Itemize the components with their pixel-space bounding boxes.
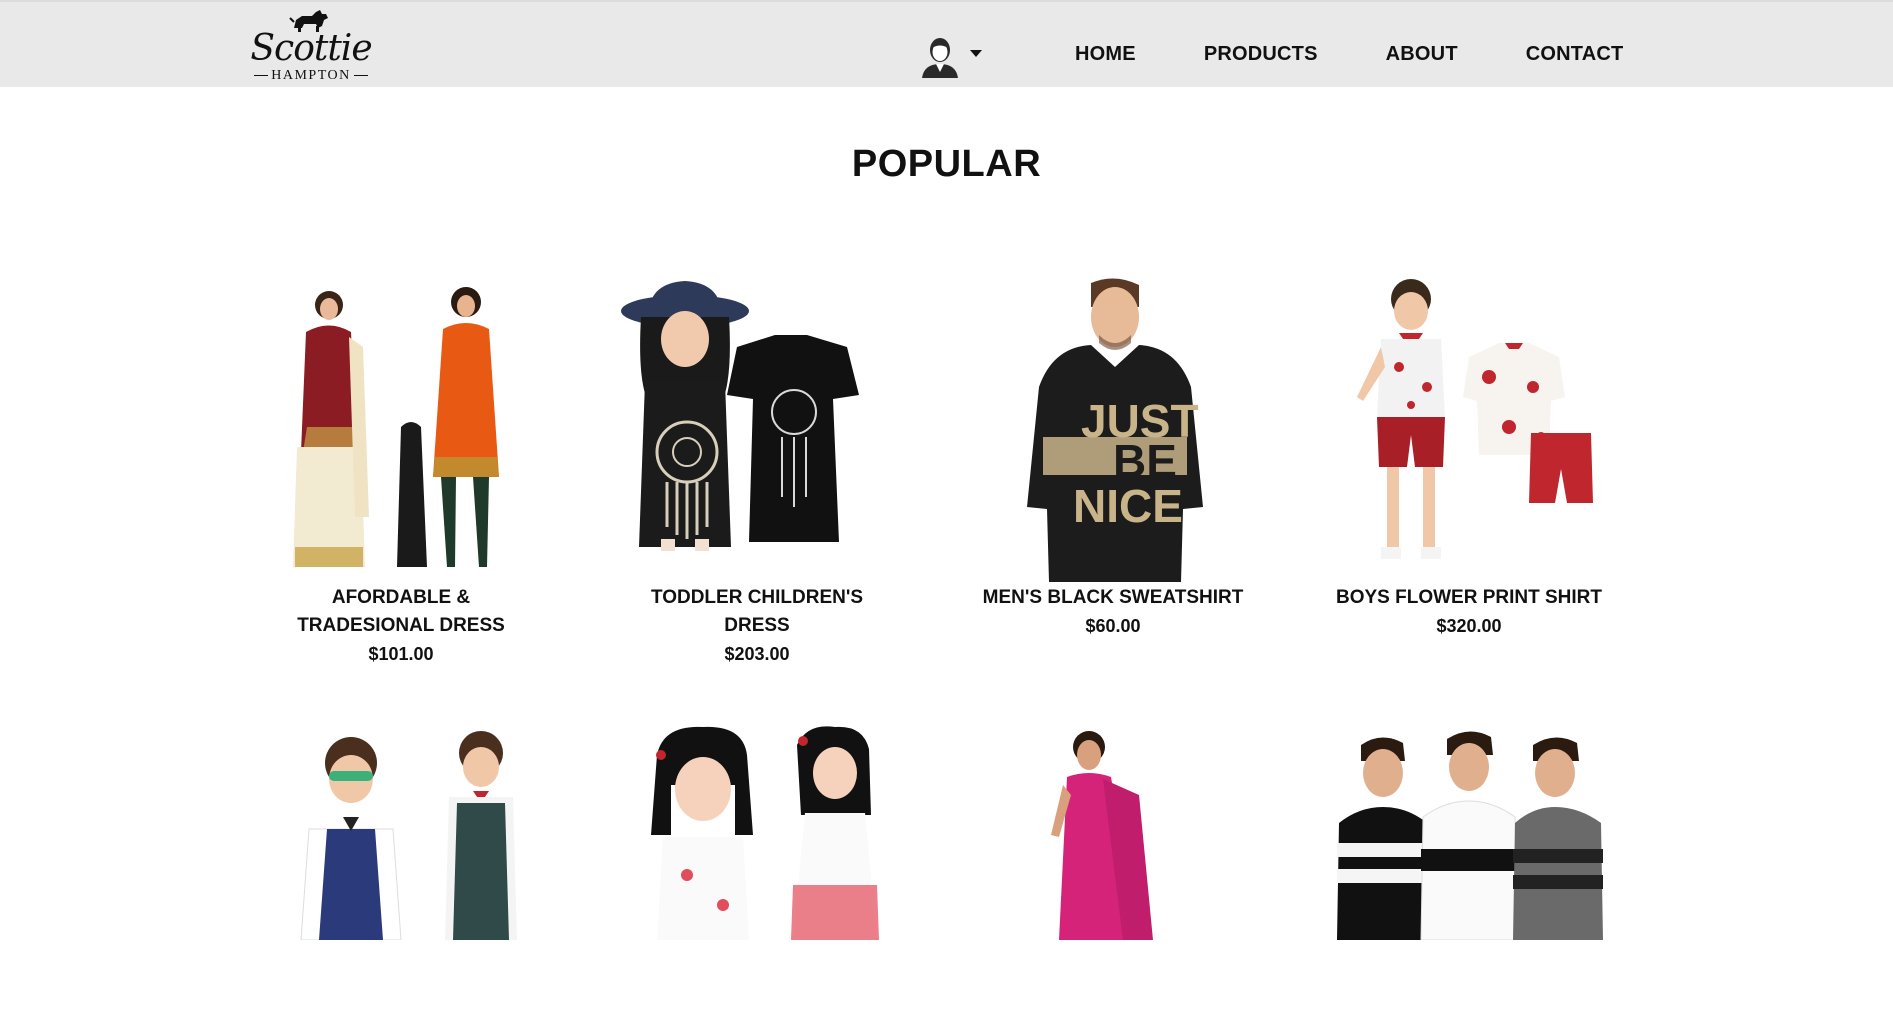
product-card[interactable] — [963, 725, 1263, 1030]
logo[interactable]: Scottie HAMPTON — [246, 6, 376, 84]
product-price: $60.00 — [1085, 616, 1141, 636]
main-nav: HOME PRODUCTS ABOUT CONTACT — [1075, 43, 1623, 66]
product-card[interactable]: BOYS FLOWER PRINT SHIRT $320.00 — [1319, 277, 1619, 640]
product-name[interactable]: BOYS FLOWER PRINT SHIRT — [1319, 584, 1619, 612]
product-card[interactable] — [251, 725, 551, 1030]
product-card[interactable]: JUST BE NICE MEN'S BLACK SWEATSHIRT $60.… — [963, 277, 1263, 640]
product-image[interactable] — [607, 725, 907, 1030]
site-header: Scottie HAMPTON HOME PRODUCTS ABOUT CONT… — [0, 0, 1893, 87]
logo-brand: Scottie — [250, 28, 372, 69]
section-title: POPULAR — [851, 143, 1042, 185]
nav-home[interactable]: HOME — [1075, 43, 1136, 66]
product-card[interactable] — [607, 725, 907, 1030]
nav-products[interactable]: PRODUCTS — [1204, 43, 1318, 66]
product-image[interactable] — [963, 725, 1263, 1030]
product-image[interactable] — [251, 725, 551, 1030]
product-image[interactable]: JUST BE NICE — [963, 277, 1263, 582]
product-price: $320.00 — [1436, 616, 1502, 636]
caret-down-icon — [970, 50, 982, 57]
product-card[interactable]: AFORDABLE & TRADESIONAL DRESS $101.00 — [251, 277, 551, 668]
product-name[interactable]: TODDLER CHILDREN'S DRESS — [607, 584, 907, 640]
user-icon — [922, 38, 958, 78]
product-name[interactable]: AFORDABLE & TRADESIONAL DRESS — [251, 584, 551, 640]
product-image[interactable] — [607, 277, 907, 582]
product-card[interactable] — [1319, 725, 1619, 1030]
account-menu[interactable] — [920, 36, 990, 80]
nav-about[interactable]: ABOUT — [1386, 43, 1458, 66]
product-image[interactable] — [1319, 277, 1619, 582]
product-image[interactable] — [1319, 725, 1619, 1030]
product-price: $101.00 — [368, 644, 434, 664]
product-price: $203.00 — [724, 644, 790, 664]
product-image[interactable] — [251, 277, 551, 582]
logo-sub: HAMPTON — [246, 68, 376, 84]
nav-contact[interactable]: CONTACT — [1526, 43, 1624, 66]
shirt-print-nice: NICE — [1073, 480, 1183, 532]
product-name[interactable]: MEN'S BLACK SWEATSHIRT — [963, 584, 1263, 612]
product-card[interactable]: TODDLER CHILDREN'S DRESS $203.00 — [607, 277, 907, 668]
